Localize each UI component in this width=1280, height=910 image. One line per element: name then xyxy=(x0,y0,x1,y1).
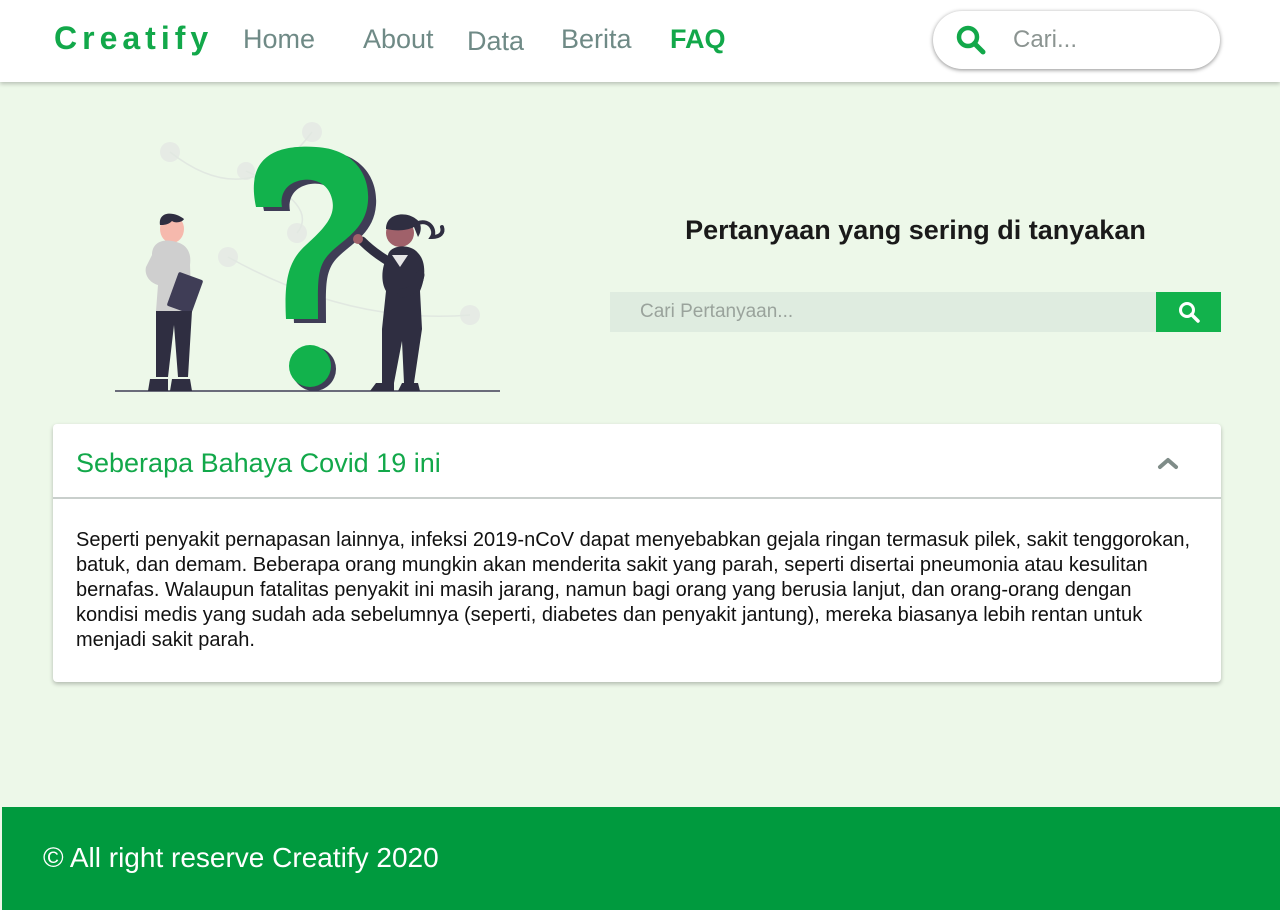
nav-link-faq[interactable]: FAQ xyxy=(670,24,726,55)
nav-link-home[interactable]: Home xyxy=(243,24,315,55)
faq-answer: Seperti penyakit pernapasan lainnya, inf… xyxy=(76,529,1191,651)
faq-search-bar xyxy=(610,292,1221,332)
faq-search-input[interactable] xyxy=(610,292,1156,332)
question-mark-illustration xyxy=(115,122,500,392)
faq-item-header[interactable]: Seberapa Bahaya Covid 19 ini xyxy=(53,424,1221,499)
hero-title: Pertanyaan yang sering di tanyakan xyxy=(685,215,1146,245)
faq-item: Seberapa Bahaya Covid 19 ini Seperti pen… xyxy=(53,424,1221,682)
search-icon xyxy=(1179,302,1200,323)
footer-copyright: © All right reserve Creatify 2020 xyxy=(43,842,439,873)
footer: © All right reserve Creatify 2020 xyxy=(2,807,1280,910)
nav-link-berita[interactable]: Berita xyxy=(561,24,632,55)
faq-question[interactable]: Seberapa Bahaya Covid 19 ini xyxy=(76,448,441,479)
nav-search-box[interactable] xyxy=(933,11,1220,69)
chevron-up-icon[interactable] xyxy=(1155,452,1181,472)
nav-link-about[interactable]: About xyxy=(363,24,434,55)
nav-link-data[interactable]: Data xyxy=(467,26,524,57)
nav-search-input[interactable] xyxy=(1013,23,1203,57)
navbar: Creatify Home About Data Berita FAQ xyxy=(0,0,1280,82)
faq-search-button[interactable] xyxy=(1156,292,1221,332)
brand-logo[interactable]: Creatify xyxy=(54,20,213,57)
search-icon[interactable] xyxy=(955,24,987,56)
